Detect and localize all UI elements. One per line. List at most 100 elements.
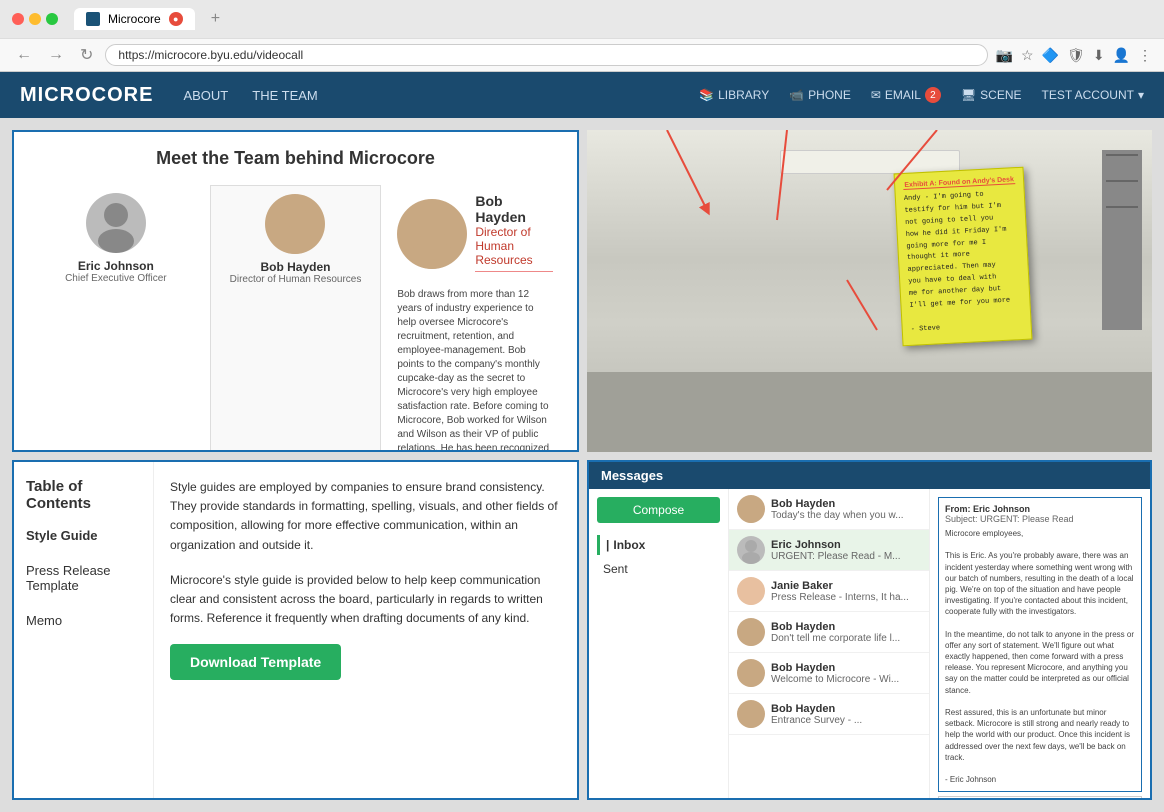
compose-button[interactable]: Compose	[597, 497, 720, 523]
team-grid: Eric Johnson Chief Executive Officer Bob…	[30, 185, 561, 452]
msg-info-bob2: Bob Hayden Don't tell me corporate life …	[771, 621, 921, 644]
sidebar-item-memo[interactable]: Memo	[26, 613, 141, 628]
browser-toolbar-icons: 📷 ☆ 🔷 🛡 ⬇ 👤 ⋮	[996, 47, 1152, 64]
message-row[interactable]: Bob Hayden Entrance Survey - ...	[729, 694, 929, 735]
docs-sidebar: Table of Contents Style Guide Press Rele…	[14, 462, 154, 798]
kitchen-background: Exhibit A: Found on Andy's Desk Andy - I…	[587, 130, 1152, 452]
messages-body: Compose | Inbox Sent Bob Hayden T	[589, 489, 1150, 798]
tab-favicon	[86, 12, 100, 26]
preview-body: Microcore employees, This is Eric. As yo…	[945, 528, 1135, 785]
browser-tab[interactable]: Microcore ●	[74, 8, 195, 30]
sidebar-item-press-release[interactable]: Press Release Template	[26, 563, 141, 593]
detail-name: Bob Hayden	[475, 193, 553, 225]
phone-icon: 📹	[789, 88, 804, 102]
back-button[interactable]: ←	[12, 44, 36, 66]
account-menu[interactable]: TEST ACCOUNT ▾	[1042, 88, 1145, 102]
email-icon: ✉	[871, 88, 881, 102]
browser-titlebar: Microcore ● +	[0, 0, 1164, 38]
tab-close-icon[interactable]: ●	[169, 12, 183, 26]
avatar-msg-janie	[737, 577, 765, 605]
member-role-bob: Director of Human Resources	[219, 274, 373, 285]
folder-sent[interactable]: Sent	[597, 559, 720, 579]
user-icon[interactable]: 👤	[1113, 47, 1130, 64]
message-row[interactable]: Janie Baker Press Release - Interns, It …	[729, 571, 929, 612]
avatar-msg-bob2	[737, 618, 765, 646]
avatar-bob-large	[397, 199, 467, 269]
msg-info-bob1: Bob Hayden Today's the day when you w...	[771, 498, 921, 521]
member-role-eric: Chief Executive Officer	[38, 273, 194, 284]
settings-icon[interactable]: ⋮	[1138, 47, 1152, 64]
bookmark-icon[interactable]: ☆	[1021, 47, 1034, 64]
preview-from: From: Eric Johnson	[945, 504, 1135, 514]
avatar-msg-eric	[737, 536, 765, 564]
camera-icon[interactable]: 📷	[996, 47, 1013, 64]
minimize-dot[interactable]	[29, 13, 41, 25]
message-row[interactable]: Eric Johnson URGENT: Please Read - M...	[729, 530, 929, 571]
new-tab-button[interactable]: +	[203, 10, 228, 28]
message-preview: From: Eric Johnson Subject: URGENT: Plea…	[930, 489, 1150, 798]
team-panel: Meet the Team behind Microcore Eric John…	[12, 130, 579, 452]
note-title: Exhibit A: Found on Andy's Desk	[903, 176, 1015, 190]
counter	[587, 372, 1152, 452]
nav-about[interactable]: ABOUT	[183, 88, 228, 103]
docs-main: Style guides are employed by companies t…	[154, 462, 577, 798]
messages-header: Messages	[589, 462, 1150, 489]
messages-sidebar: Compose | Inbox Sent	[589, 489, 729, 798]
nav-links: ABOUT THE TEAM	[183, 88, 699, 103]
address-bar: ← → ↻ https://microcore.byu.edu/videocal…	[0, 38, 1164, 71]
preview-subject: Subject: URGENT: Please Read	[945, 514, 1135, 524]
download-icon[interactable]: ⬇	[1093, 47, 1105, 64]
main-content: Meet the Team behind Microcore Eric John…	[0, 118, 1164, 812]
member-name-eric: Eric Johnson	[38, 259, 194, 273]
refresh-button[interactable]: ↻	[76, 43, 97, 67]
maximize-dot[interactable]	[46, 13, 58, 25]
message-row[interactable]: Bob Hayden Welcome to Microcore - Wi...	[729, 653, 929, 694]
avatar-eric	[86, 193, 146, 253]
preview-panel: From: Eric Johnson Subject: URGENT: Plea…	[938, 497, 1142, 792]
nav-email[interactable]: ✉ EMAIL 2	[871, 87, 941, 103]
messages-panel: Messages Compose | Inbox Sent	[587, 460, 1152, 800]
nav-library[interactable]: 📚 LIBRARY	[699, 88, 769, 102]
email-badge: 2	[925, 87, 941, 103]
sticky-note[interactable]: Exhibit A: Found on Andy's Desk Andy - I…	[893, 167, 1032, 346]
team-title: Meet the Team behind Microcore	[30, 148, 561, 169]
main-nav: MICROCORE ABOUT THE TEAM 📚 LIBRARY 📹 PHO…	[0, 72, 1164, 118]
msg-info-janie: Janie Baker Press Release - Interns, It …	[771, 580, 921, 603]
inbox-indicator: |	[606, 538, 609, 552]
url-bar[interactable]: https://microcore.byu.edu/videocall	[105, 44, 987, 66]
docs-panel: Table of Contents Style Guide Press Rele…	[12, 460, 579, 800]
message-row[interactable]: Bob Hayden Today's the day when you w...	[729, 489, 929, 530]
avatar-msg-bob4	[737, 700, 765, 728]
browser-dots	[12, 13, 58, 25]
detail-role: Director of Human Resources	[475, 225, 553, 272]
library-icon: 📚	[699, 88, 714, 102]
message-row[interactable]: Bob Hayden Don't tell me corporate life …	[729, 612, 929, 653]
team-member-eric[interactable]: Eric Johnson Chief Executive Officer	[30, 185, 202, 452]
extension-icon[interactable]: 🔷	[1042, 47, 1059, 64]
team-member-bob[interactable]: Bob Hayden Director of Human Resources	[210, 185, 382, 452]
download-template-button[interactable]: Download Template	[170, 644, 341, 680]
docs-para1: Style guides are employed by companies t…	[170, 478, 561, 555]
avatar-bob	[265, 194, 325, 254]
msg-info-eric: Eric Johnson URGENT: Please Read - M...	[771, 539, 921, 562]
msg-info-bob4: Bob Hayden Entrance Survey - ...	[771, 703, 921, 726]
ceiling-light	[780, 150, 960, 174]
sidebar-toc-title: Table of Contents	[26, 478, 141, 512]
docs-para2: Microcore's style guide is provided belo…	[170, 571, 561, 629]
sidebar-item-style-guide[interactable]: Style Guide	[26, 528, 141, 543]
chevron-down-icon: ▾	[1138, 88, 1144, 102]
site-logo[interactable]: MICROCORE	[20, 84, 153, 107]
nav-right: 📚 LIBRARY 📹 PHONE ✉ EMAIL 2 🖥 SCENE TEST…	[699, 87, 1144, 103]
reply-box: To: Eric Johnson Eric, I'll make sure to…	[938, 796, 1142, 798]
forward-button[interactable]: →	[44, 44, 68, 66]
close-dot[interactable]	[12, 13, 24, 25]
nav-phone[interactable]: 📹 PHONE	[789, 88, 851, 102]
nav-the-team[interactable]: THE TEAM	[252, 88, 318, 103]
folder-inbox[interactable]: | Inbox	[597, 535, 720, 555]
avatar-msg-bob1	[737, 495, 765, 523]
detail-bio: Bob draws from more than 12 years of ind…	[397, 288, 553, 452]
nav-scene[interactable]: 🖥 SCENE	[961, 88, 1022, 102]
shield-icon[interactable]: 🛡	[1067, 47, 1085, 64]
shelves	[1102, 150, 1142, 330]
team-member-detail: Bob Hayden Director of Human Resources B…	[389, 185, 561, 452]
